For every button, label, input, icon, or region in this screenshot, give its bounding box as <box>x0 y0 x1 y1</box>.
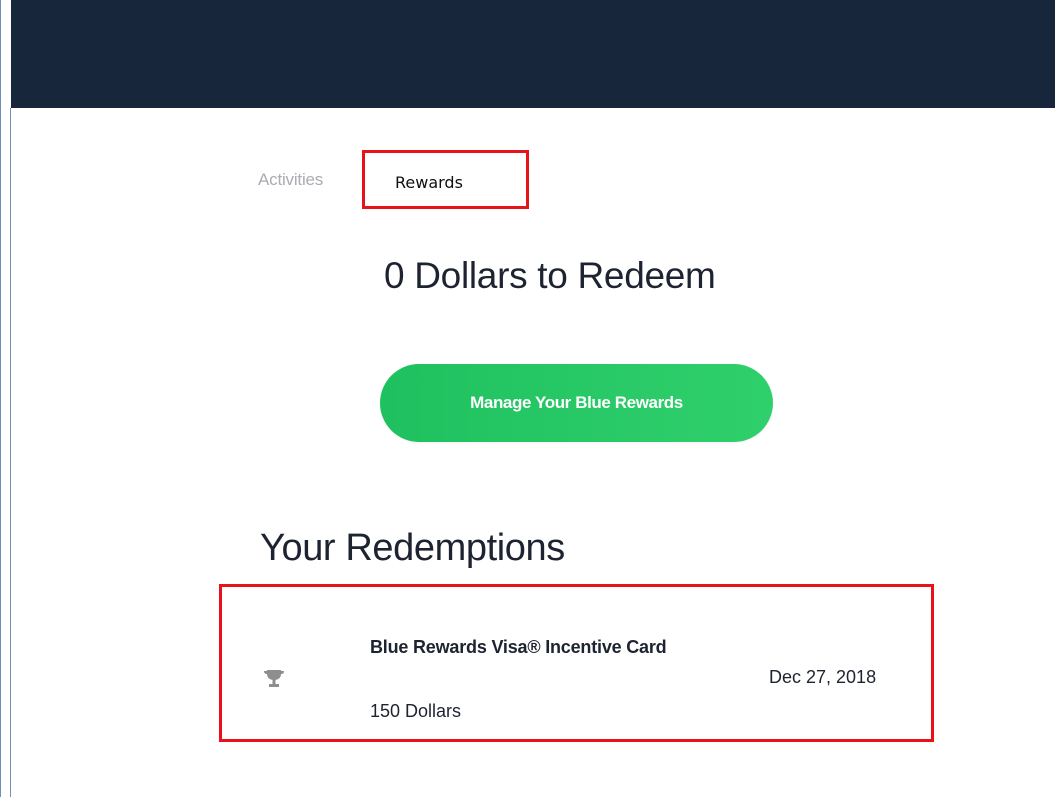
redemption-list-item[interactable]: Blue Rewards Visa® Incentive Card 150 Do… <box>219 584 934 742</box>
tab-rewards[interactable]: Rewards <box>362 150 529 209</box>
redemption-title: Blue Rewards Visa® Incentive Card <box>370 637 667 657</box>
header-bar <box>11 0 1055 108</box>
trophy-icon <box>263 668 285 690</box>
redemptions-heading: Your Redemptions <box>260 527 565 569</box>
redemption-date: Dec 27, 2018 <box>769 667 877 687</box>
page-frame: Activities Rewards 0 Dollars to Redeem M… <box>0 0 1055 797</box>
manage-rewards-button[interactable]: Manage Your Blue Rewards <box>380 364 773 442</box>
tab-rewards-label: Rewards <box>395 173 463 192</box>
tab-activities[interactable]: Activities <box>258 170 323 190</box>
rewards-balance-heading: 0 Dollars to Redeem <box>384 255 716 296</box>
redemption-amount: 150 Dollars <box>370 701 462 721</box>
left-border <box>10 108 11 797</box>
